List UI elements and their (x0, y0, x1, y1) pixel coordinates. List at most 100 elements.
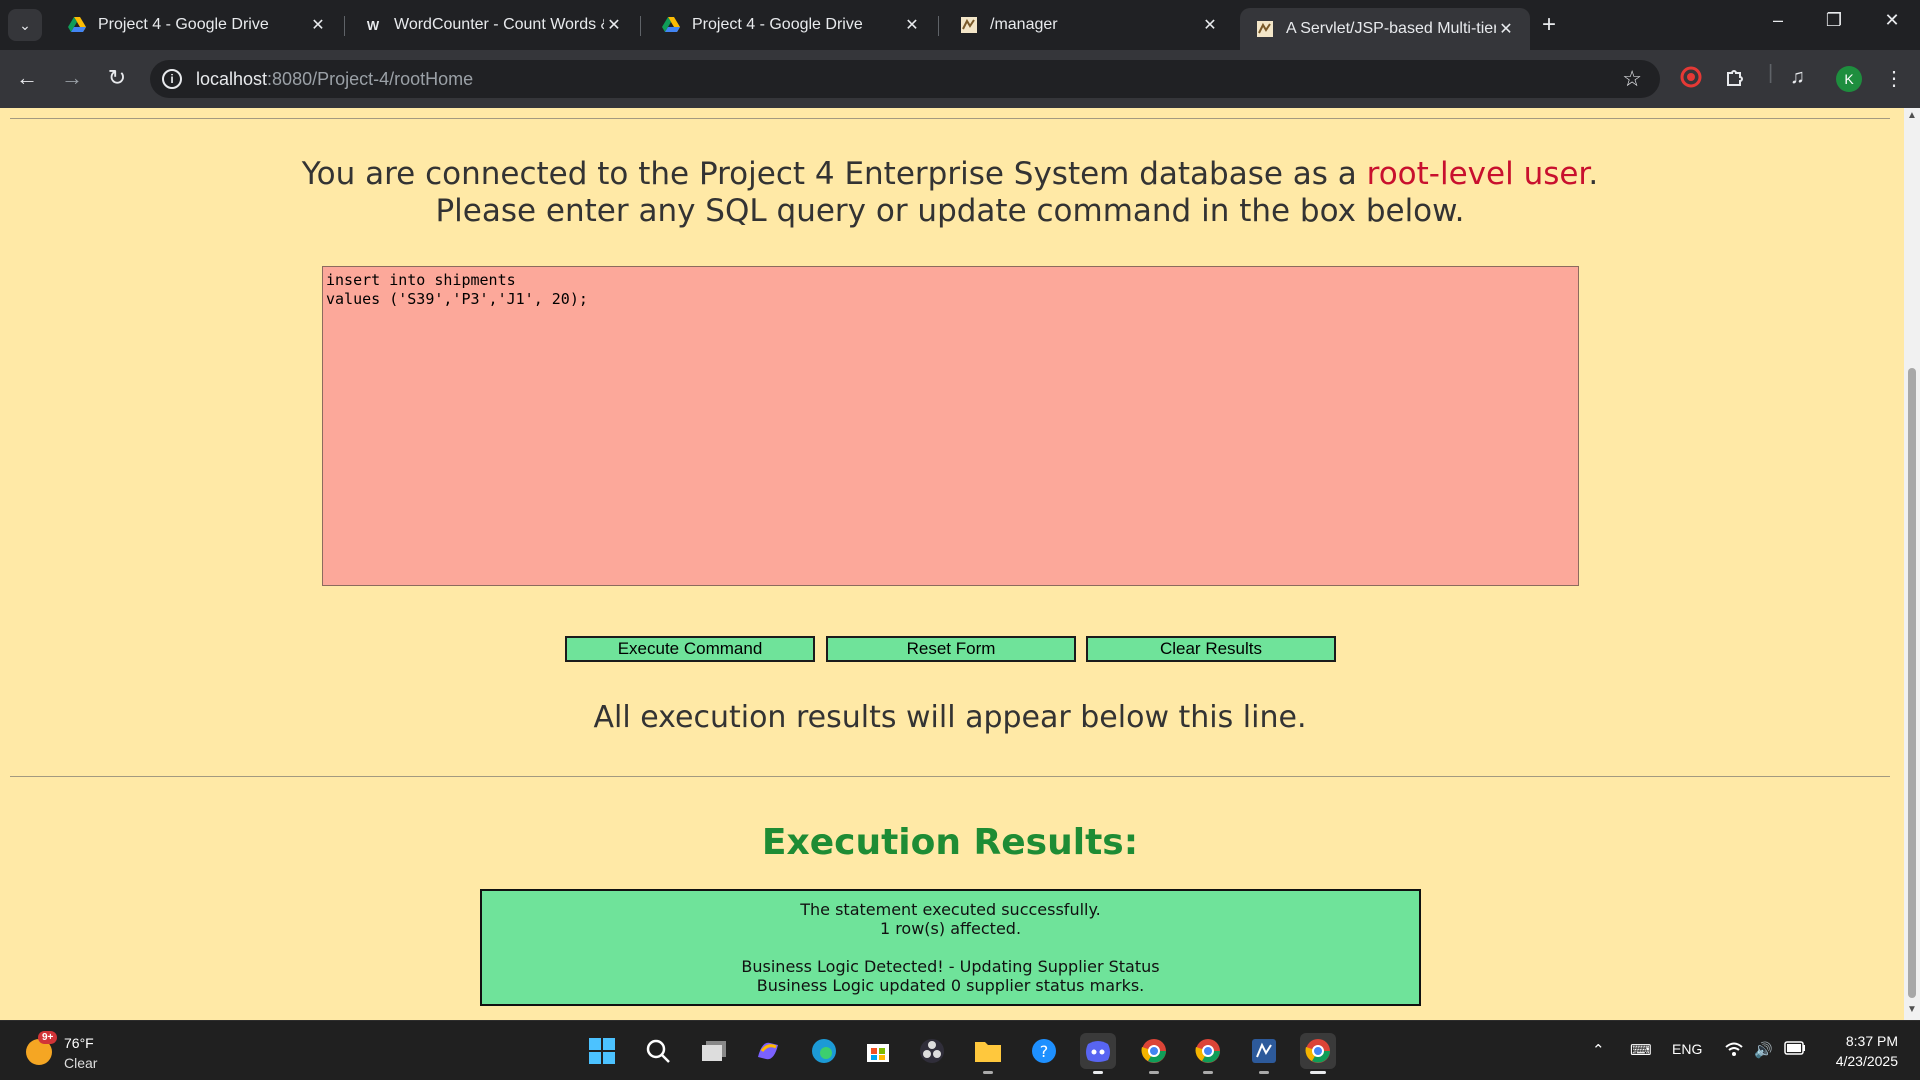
tab-separator (344, 16, 345, 36)
tab-title: /manager (990, 16, 1058, 33)
bookmark-star-icon[interactable]: ☆ (1622, 66, 1642, 92)
tab-title: A Servlet/JSP-based Multi-tiere (1286, 20, 1496, 37)
clock-time: 8:37 PM (1845, 1033, 1898, 1049)
tab-strip: ⌄ Project 4 - Google Drive ✕ W WordCount… (0, 0, 1920, 50)
chrome-active-icon[interactable] (1300, 1033, 1336, 1074)
execution-results-title: Execution Results: (761, 822, 1139, 863)
copilot-icon[interactable] (750, 1033, 786, 1069)
battery-icon[interactable] (1784, 1041, 1806, 1059)
result-line: 1 row(s) affected. (879, 919, 1022, 938)
tab-separator (938, 16, 939, 36)
tab-servlet-active[interactable]: A Servlet/JSP-based Multi-tiere ✕ (1240, 8, 1530, 50)
execute-command-button[interactable]: Execute Command (565, 636, 815, 662)
forward-arrow-icon[interactable]: → (57, 64, 87, 92)
result-line: Business Logic updated 0 supplier status… (756, 976, 1145, 995)
chrome-profile-icon[interactable] (1190, 1033, 1226, 1074)
scroll-down-icon[interactable]: ▼ (1906, 1004, 1918, 1015)
page-content: You are connected to the Project 4 Enter… (0, 108, 1904, 1020)
tab-title: Project 4 - Google Drive (692, 16, 863, 33)
execution-results-box: The statement executed successfully. 1 r… (480, 889, 1421, 1006)
page-scrollbar[interactable]: ▲ ▼ (1904, 108, 1920, 1020)
result-line: The statement executed successfully. (800, 900, 1101, 919)
tab-project4-drive-1[interactable]: Project 4 - Google Drive ✕ (52, 8, 342, 42)
task-view-icon[interactable] (696, 1033, 732, 1069)
obs-icon[interactable] (914, 1033, 950, 1069)
close-icon[interactable]: ✕ (1496, 19, 1516, 39)
address-bar[interactable]: i localhost:8080/Project-4/rootHome ☆ (150, 60, 1660, 98)
extensions-puzzle-icon[interactable] (1724, 66, 1746, 94)
code-editor-icon[interactable] (1246, 1033, 1282, 1074)
wordcounter-icon: W (366, 17, 380, 33)
url-text[interactable]: localhost:8080/Project-4/rootHome (196, 69, 473, 90)
running-indicator (1259, 1071, 1269, 1074)
chevron-down-icon: ⌄ (19, 16, 31, 33)
wifi-icon[interactable] (1724, 1041, 1744, 1061)
notification-badge: 9+ (38, 1031, 58, 1044)
windows-taskbar: 9+ 76°F Clear ? ⌃ ⌨ ENG 🔊 8:37 PM 4/23/2… (0, 1020, 1920, 1080)
running-indicator (1310, 1071, 1326, 1074)
tomcat-icon (1256, 20, 1274, 38)
tab-separator (640, 16, 641, 36)
extension-record-icon[interactable] (1680, 66, 1702, 94)
minimize-icon[interactable]: – (1758, 10, 1798, 31)
volume-icon[interactable]: 🔊 (1754, 1041, 1773, 1059)
result-spacer (482, 938, 1419, 957)
back-arrow-icon[interactable]: ← (12, 64, 42, 92)
discord-icon[interactable] (1080, 1033, 1116, 1074)
close-icon[interactable]: ✕ (902, 15, 922, 35)
system-clock[interactable]: 8:37 PM 4/23/2025 (1836, 1031, 1898, 1071)
chrome-icon[interactable] (1136, 1033, 1172, 1074)
reload-icon[interactable]: ↻ (102, 64, 132, 92)
site-info-icon[interactable]: i (162, 69, 182, 89)
google-drive-icon (68, 16, 86, 34)
result-line: Business Logic Detected! - Updating Supp… (741, 957, 1160, 976)
close-icon[interactable]: ✕ (308, 15, 328, 35)
reset-form-button[interactable]: Reset Form (826, 636, 1076, 662)
profile-avatar[interactable]: K (1836, 66, 1862, 92)
clock-date: 4/23/2025 (1835, 1053, 1898, 1069)
results-divider (10, 776, 1890, 777)
windows-start-icon[interactable] (584, 1033, 620, 1069)
edge-browser-icon[interactable] (806, 1033, 842, 1069)
scroll-thumb[interactable] (1908, 368, 1916, 998)
connection-message: You are connected to the Project 4 Enter… (0, 156, 1900, 230)
new-tab-button[interactable]: + (1542, 12, 1556, 38)
user-level-highlight: root-level user (1366, 156, 1589, 192)
file-explorer-icon[interactable] (970, 1033, 1006, 1074)
weather-temperature: 76°F (64, 1035, 94, 1051)
google-drive-icon (662, 16, 680, 34)
keyboard-icon[interactable]: ⌨ (1630, 1041, 1652, 1059)
running-indicator (983, 1071, 993, 1074)
toolbar-divider: | (1768, 62, 1774, 84)
running-indicator (1149, 1071, 1159, 1074)
tab-title: Project 4 - Google Drive (98, 16, 269, 33)
tomcat-icon (960, 16, 978, 34)
running-indicator (1093, 1071, 1103, 1074)
svg-text:?: ? (1040, 1042, 1049, 1061)
media-controls-icon[interactable]: ♫ (1790, 66, 1805, 89)
help-icon[interactable]: ? (1026, 1033, 1062, 1069)
close-window-icon[interactable]: ✕ (1872, 10, 1912, 31)
tab-wordcounter[interactable]: W WordCounter - Count Words & ✕ (348, 8, 638, 42)
results-note: All execution results will appear below … (593, 700, 1307, 735)
browser-toolbar: ← → ↻ i localhost:8080/Project-4/rootHom… (0, 50, 1920, 108)
close-icon[interactable]: ✕ (604, 15, 624, 35)
close-icon[interactable]: ✕ (1200, 15, 1220, 35)
menu-kebab-icon[interactable]: ⋮ (1884, 66, 1904, 91)
search-icon[interactable] (640, 1033, 676, 1069)
microsoft-store-icon[interactable] (860, 1033, 896, 1069)
language-indicator[interactable]: ENG (1672, 1041, 1702, 1057)
tab-search-button[interactable]: ⌄ (8, 9, 42, 41)
scroll-up-icon[interactable]: ▲ (1906, 110, 1918, 121)
instruction-text: Please enter any SQL query or update com… (435, 193, 1465, 229)
tab-project4-drive-2[interactable]: Project 4 - Google Drive ✕ (646, 8, 936, 42)
top-divider (10, 118, 1890, 119)
chevron-up-icon[interactable]: ⌃ (1592, 1041, 1605, 1059)
tab-manager[interactable]: /manager ✕ (944, 8, 1234, 42)
weather-condition: Clear (64, 1055, 98, 1071)
clear-results-button[interactable]: Clear Results (1086, 636, 1336, 662)
sql-command-textarea[interactable]: insert into shipments values ('S39','P3'… (322, 266, 1579, 586)
restore-icon[interactable]: ❐ (1814, 10, 1854, 31)
running-indicator (1203, 1071, 1213, 1074)
tab-title: WordCounter - Count Words & (394, 16, 604, 33)
